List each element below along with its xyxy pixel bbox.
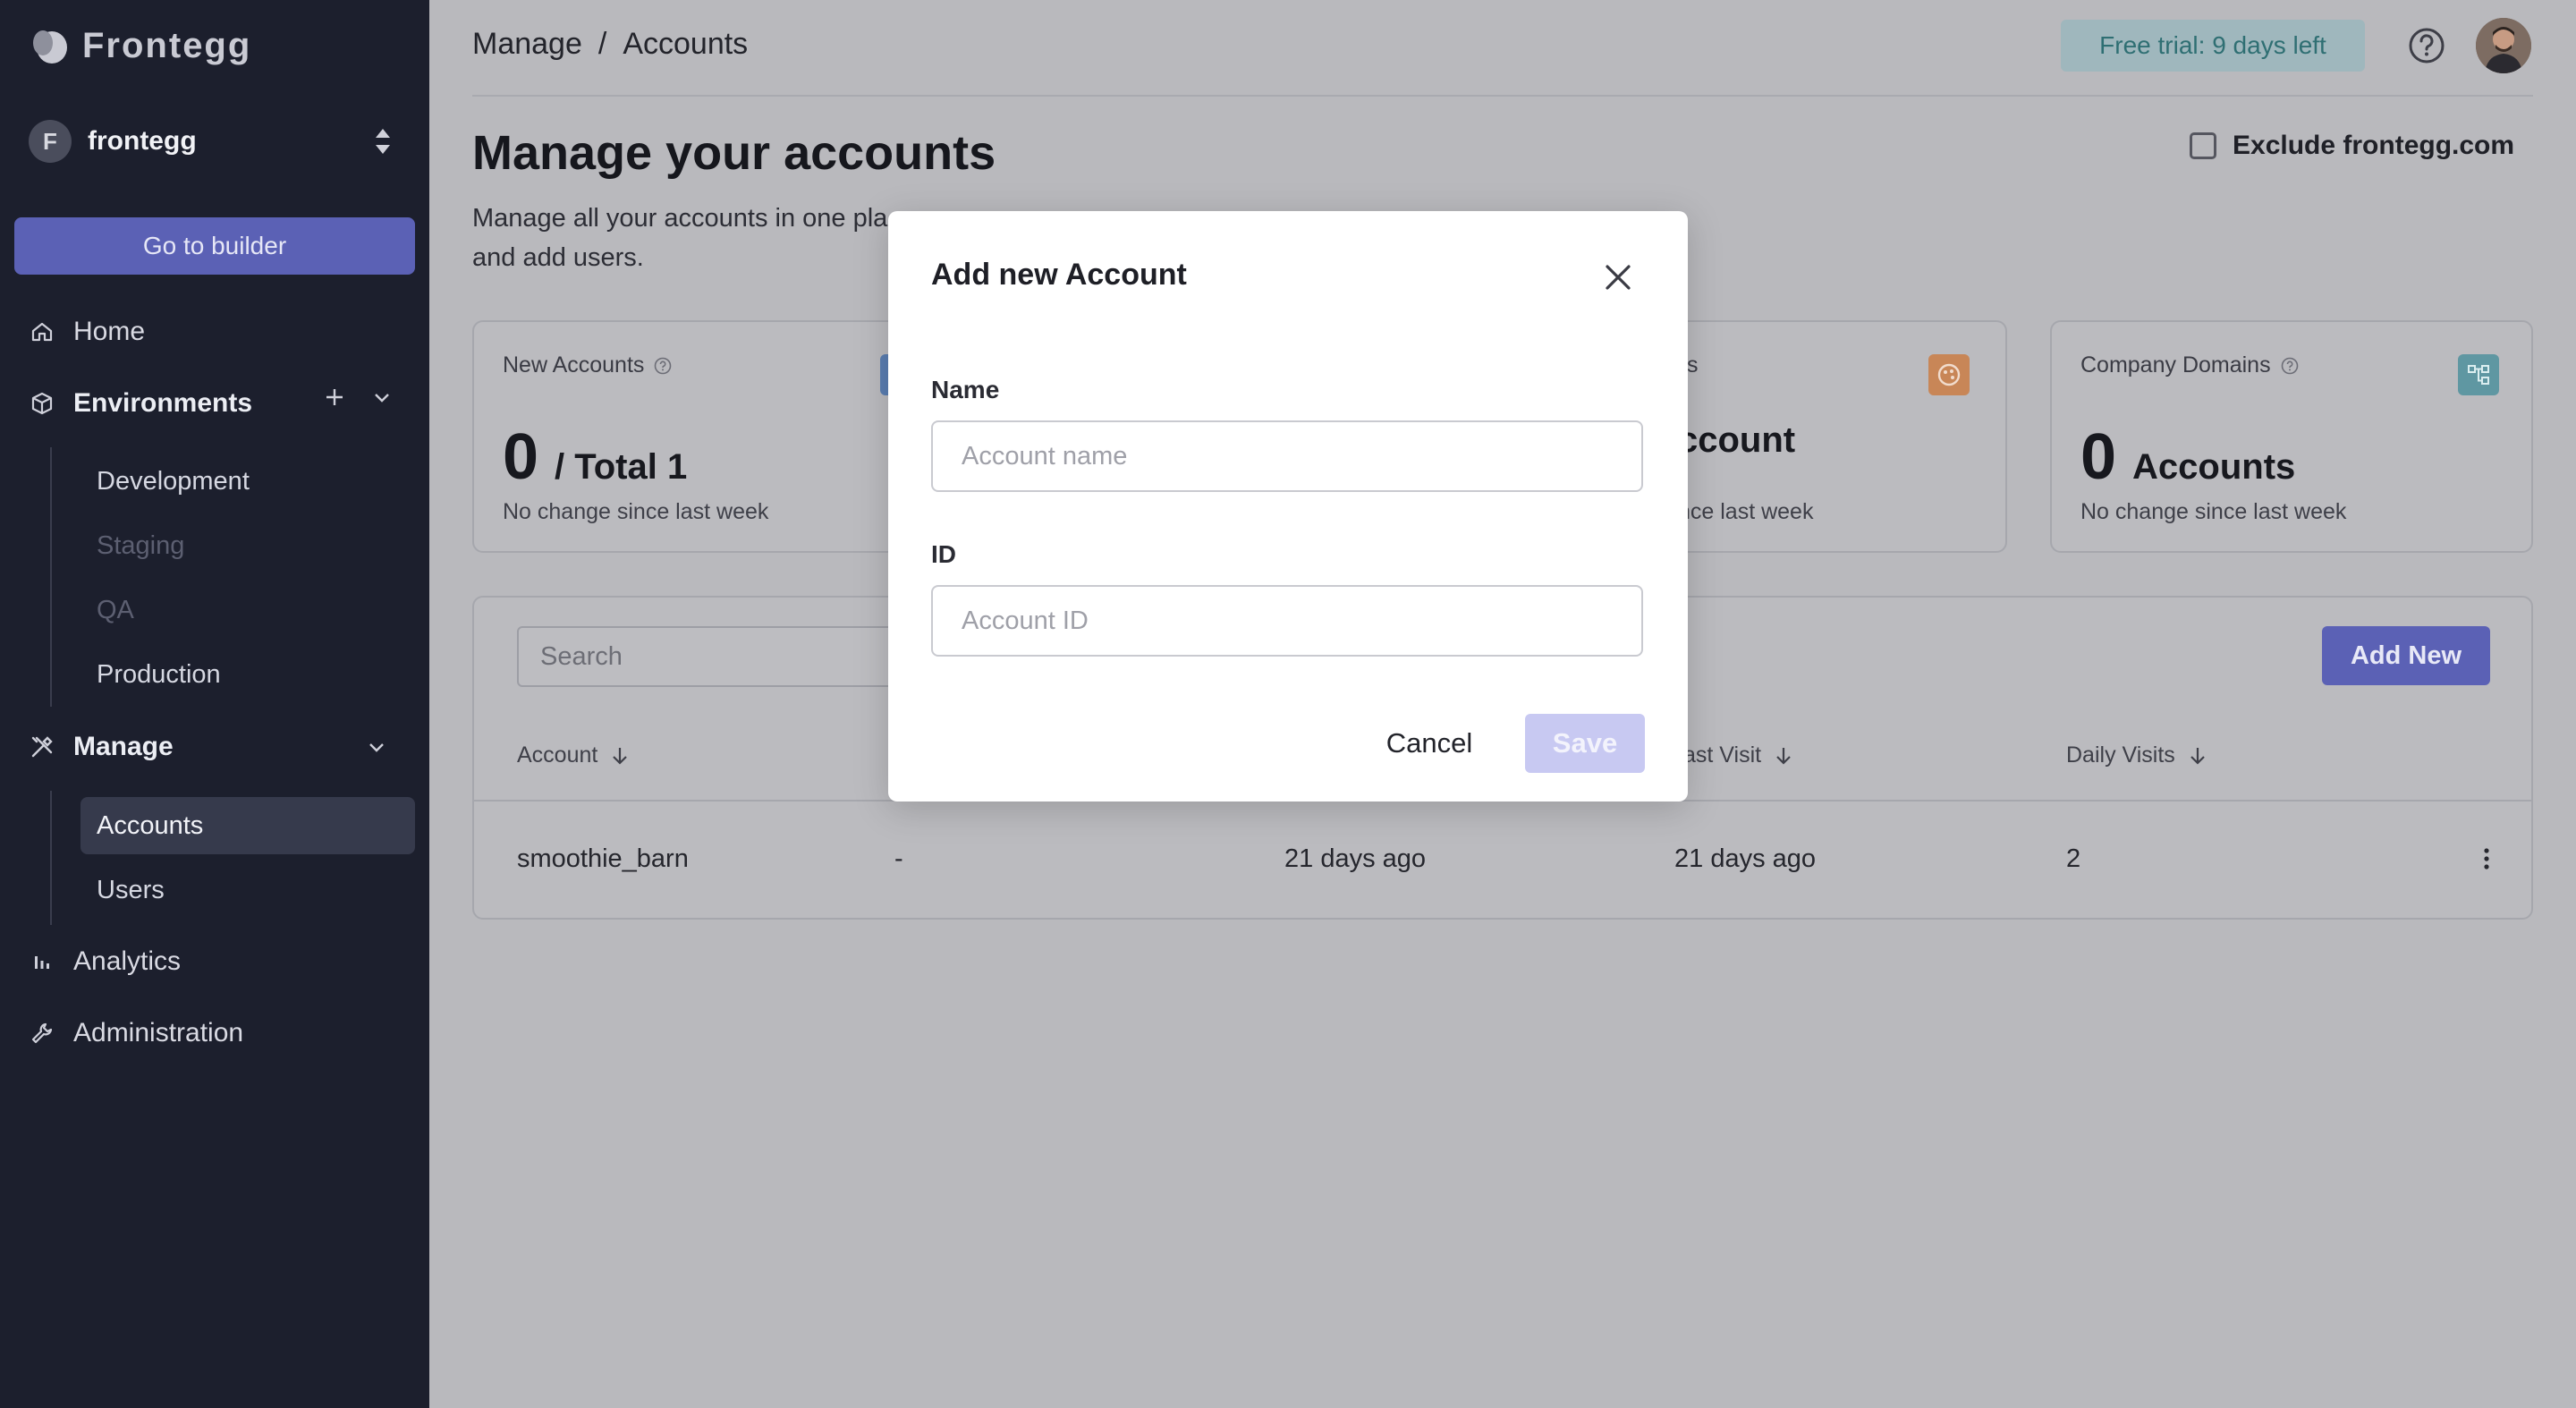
cell-col3: 21 days ago: [1284, 844, 1427, 873]
stat-card-partial: s ccount nce last week: [1637, 320, 2007, 553]
close-icon[interactable]: [1602, 261, 1634, 293]
cell-daily-visits: 2: [2066, 844, 2081, 873]
env-development[interactable]: Development: [80, 453, 415, 510]
bar-chart-icon: [29, 948, 55, 975]
workspace-avatar: F: [29, 120, 72, 163]
brand-name: Frontegg: [82, 25, 252, 65]
cancel-button[interactable]: Cancel: [1369, 714, 1489, 773]
tools-icon: [29, 734, 55, 760]
card-title-text: New Accounts: [503, 352, 645, 377]
question-icon[interactable]: [2280, 356, 2300, 376]
save-button[interactable]: Save: [1525, 714, 1645, 773]
nav-analytics[interactable]: Analytics: [29, 939, 181, 984]
exclude-label: Exclude frontegg.com: [2233, 131, 2515, 160]
frontegg-logo-icon: [33, 30, 67, 64]
sidebar: Frontegg F frontegg Go to builder Home E…: [0, 0, 429, 1408]
plus-icon[interactable]: [324, 386, 345, 408]
help-icon[interactable]: [2408, 27, 2445, 64]
brand[interactable]: Frontegg: [29, 25, 251, 66]
column-header-last-visit[interactable]: ast Visit: [1683, 742, 1795, 768]
nav-administration[interactable]: Administration: [29, 1011, 243, 1056]
nav-manage-label: Manage: [73, 732, 174, 761]
add-new-button[interactable]: Add New: [2322, 626, 2490, 685]
more-vertical-icon[interactable]: [2481, 846, 2492, 871]
checkbox-box[interactable]: [2190, 132, 2216, 159]
cell-last-visit: 21 days ago: [1674, 844, 1817, 873]
arrow-down-icon: [1776, 747, 1791, 765]
nav-manage[interactable]: Manage: [29, 725, 174, 769]
column-header-label: Daily Visits: [2066, 742, 2175, 768]
cell-col2: -: [894, 844, 903, 873]
card-value: ccount: [1678, 420, 1795, 461]
card-title: New Accounts: [503, 352, 673, 378]
user-photo-icon: [2476, 18, 2531, 73]
workspace-switcher[interactable]: F frontegg: [29, 120, 395, 163]
palette-icon: [1928, 354, 1970, 395]
user-avatar[interactable]: [2476, 18, 2531, 73]
env-staging[interactable]: Staging: [80, 517, 415, 574]
card-value: 0 / Total 1: [503, 420, 687, 494]
card-title: s: [1687, 352, 1699, 377]
column-header-label: ast Visit: [1683, 742, 1762, 768]
go-to-builder-button[interactable]: Go to builder: [14, 217, 415, 275]
env-production[interactable]: Production: [80, 646, 415, 703]
name-label: Name: [931, 376, 1000, 403]
card-value-unit: Accounts: [2132, 447, 2296, 487]
column-header-account[interactable]: Account: [517, 742, 631, 768]
account-id-input[interactable]: [931, 585, 1643, 657]
card-value: 0 Accounts: [2080, 420, 2295, 494]
topbar: Manage / Accounts Free trial: 9 days lef…: [472, 0, 2533, 97]
manage-tree-line: [50, 791, 52, 925]
nav-analytics-label: Analytics: [73, 946, 182, 976]
page-title: Manage your accounts: [472, 126, 996, 180]
card-subtext: No change since last week: [2080, 499, 2347, 524]
card-title: Company Domains: [2080, 352, 2300, 378]
card-value-number: 0: [2080, 421, 2117, 493]
card-title-text: Company Domains: [2080, 352, 2271, 377]
workspace-name: frontegg: [88, 126, 197, 156]
nav-home-label: Home: [73, 317, 146, 346]
id-label: ID: [931, 540, 956, 568]
chevron-down-icon[interactable]: [367, 737, 386, 757]
column-header-label: Account: [517, 742, 598, 768]
wrench-icon: [29, 1020, 55, 1047]
breadcrumb: Manage / Accounts: [472, 27, 748, 62]
breadcrumb-accounts: Accounts: [623, 27, 749, 61]
modal-title: Add new Account: [931, 258, 1187, 292]
free-trial-badge[interactable]: Free trial: 9 days left: [2061, 20, 2365, 72]
card-value-unit: / Total 1: [555, 447, 688, 487]
nav-environments-label: Environments: [73, 388, 253, 418]
chevron-down-icon[interactable]: [372, 387, 392, 407]
add-account-modal: Add new Account Name ID Cancel Save: [888, 211, 1688, 802]
stat-card-company-domains: Company Domains 0 Accounts No change sin…: [2050, 320, 2533, 553]
env-qa[interactable]: QA: [80, 581, 415, 639]
cell-account: smoothie_barn: [517, 844, 689, 873]
exclude-frontegg-checkbox[interactable]: Exclude frontegg.com: [2190, 131, 2514, 161]
cube-icon: [29, 390, 55, 417]
arrow-down-icon: [613, 747, 628, 765]
hierarchy-icon: [2458, 354, 2499, 395]
column-header-daily-visits[interactable]: Daily Visits: [2066, 742, 2209, 768]
manage-users[interactable]: Users: [80, 861, 415, 919]
env-tree-line: [50, 447, 52, 707]
arrow-down-icon: [2190, 747, 2205, 765]
stat-card-new-accounts: New Accounts 0 / Total 1 No change since…: [472, 320, 946, 553]
manage-accounts[interactable]: Accounts: [80, 797, 415, 854]
nav-home[interactable]: Home: [29, 310, 145, 354]
nav-administration-label: Administration: [73, 1018, 244, 1048]
card-value-unit: ccount: [1678, 420, 1796, 460]
nav-environments[interactable]: Environments: [29, 381, 252, 426]
card-subtext: No change since last week: [503, 499, 769, 524]
card-subtext: nce last week: [1678, 499, 1814, 524]
card-value-number: 0: [503, 421, 539, 493]
home-icon: [29, 318, 55, 345]
question-icon[interactable]: [653, 356, 673, 376]
account-name-input[interactable]: [931, 420, 1643, 492]
breadcrumb-manage[interactable]: Manage: [472, 27, 582, 62]
sort-arrows-icon: [376, 129, 390, 154]
breadcrumb-separator: /: [597, 27, 607, 61]
environments-actions: [324, 386, 392, 408]
